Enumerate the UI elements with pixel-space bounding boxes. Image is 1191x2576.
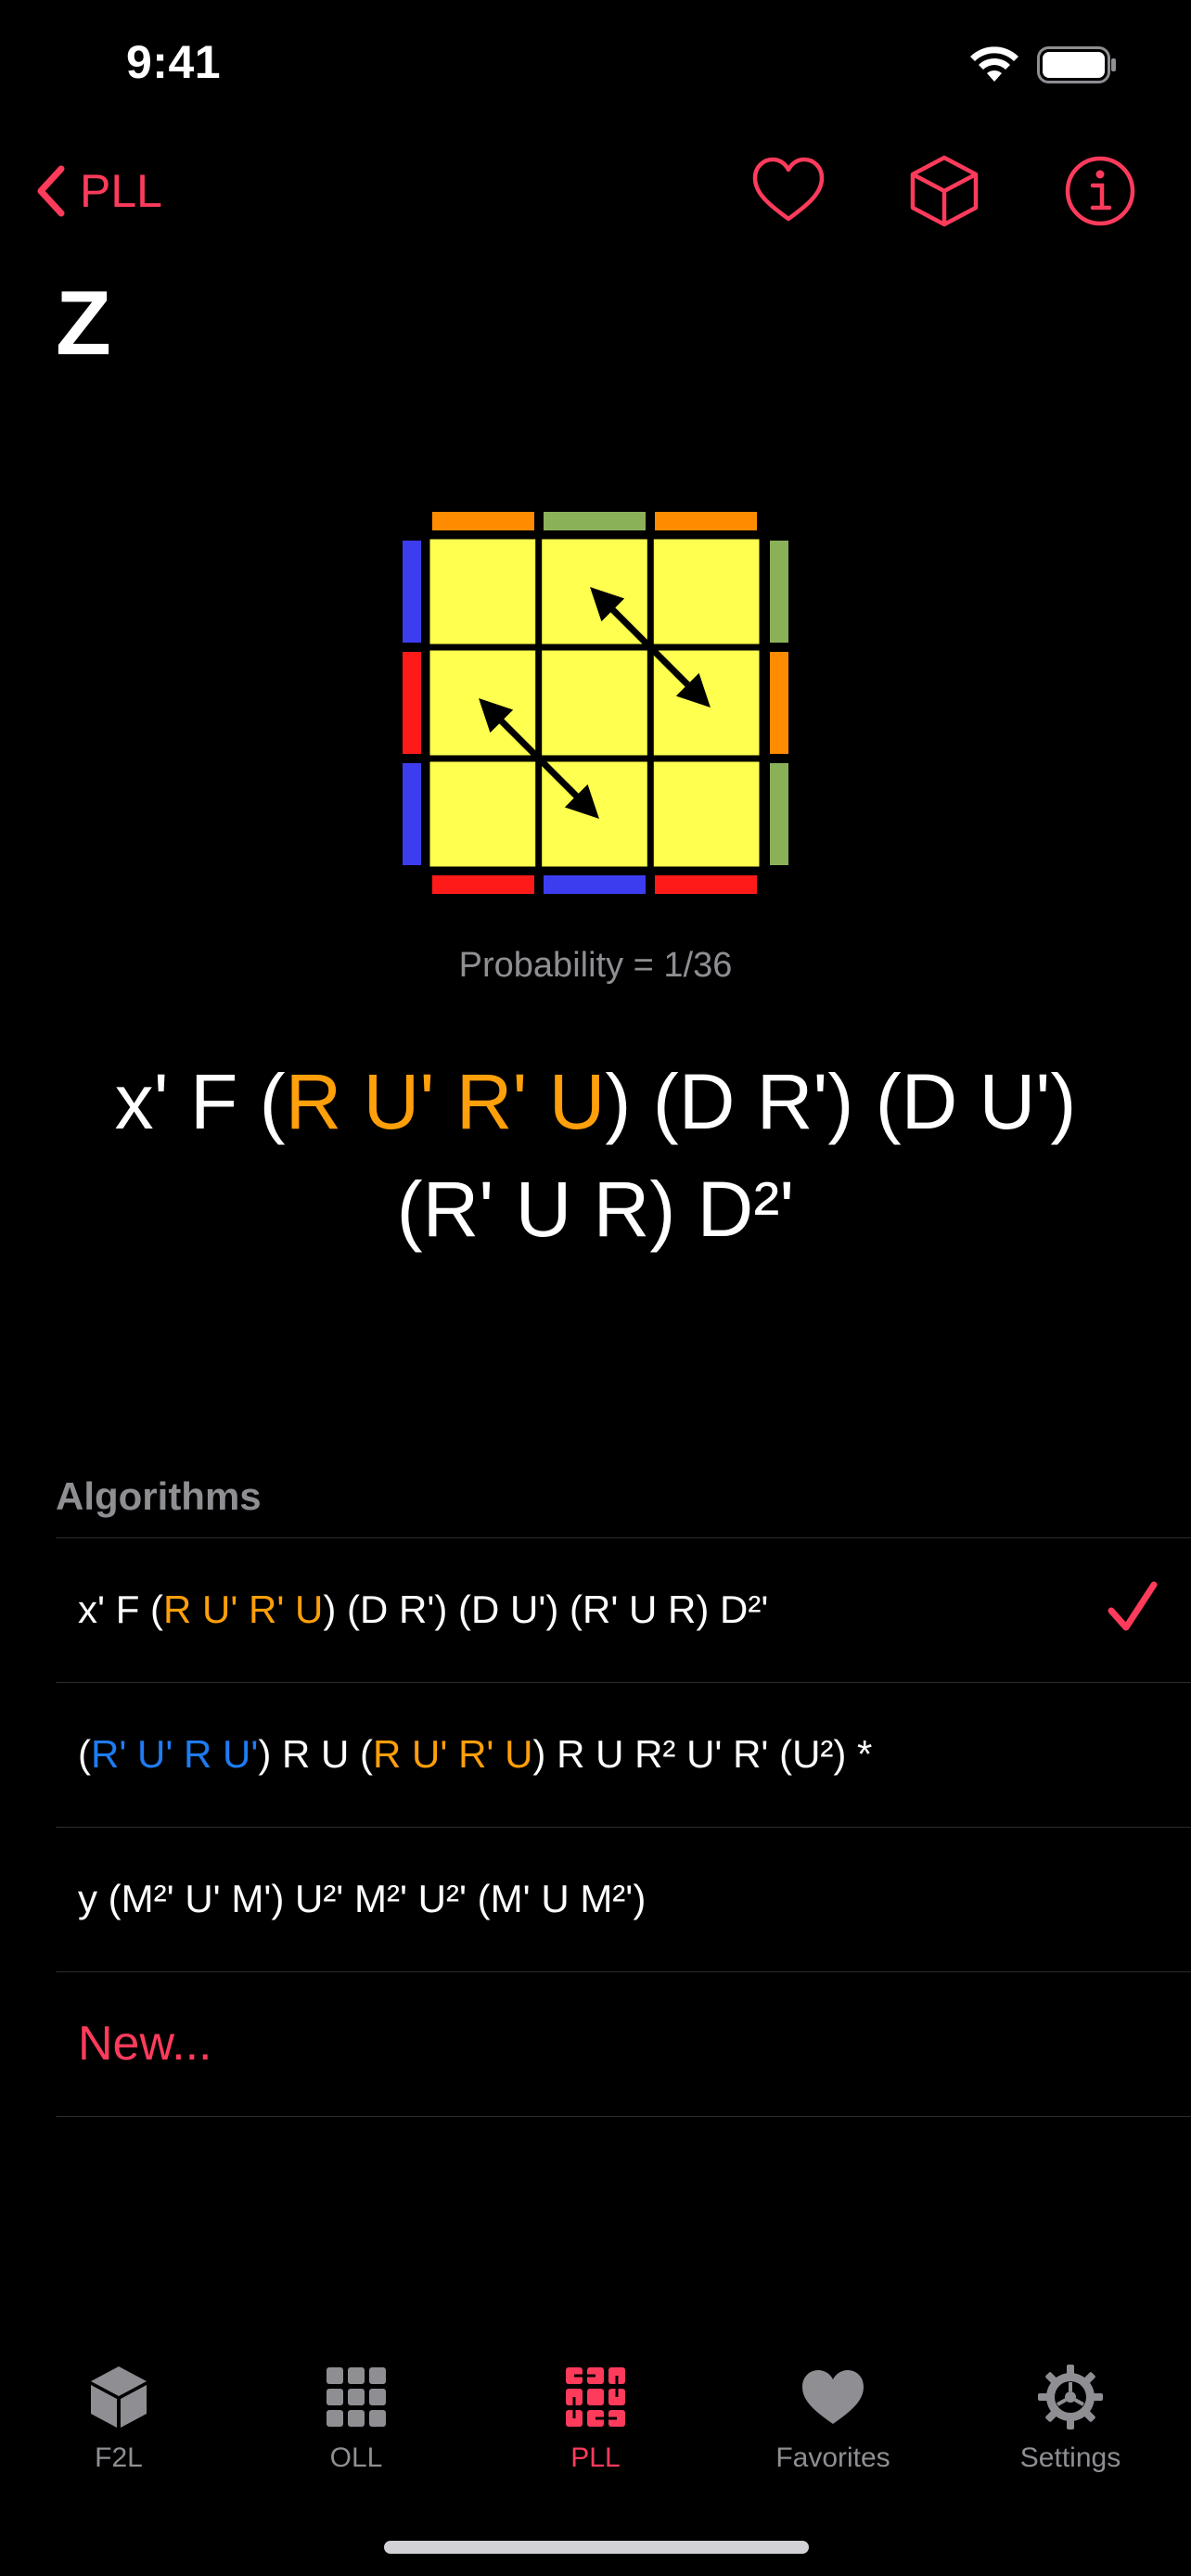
algorithm-row[interactable]: (R' U' R U') R U (R U' R' U) R U R² U' R… (56, 1682, 1191, 1825)
algorithm-row[interactable]: y (M²' U' M') U²' M²' U²' (M' U M²') (56, 1827, 1191, 1970)
tab-oll[interactable]: OLL (282, 2363, 430, 2474)
tab-settings[interactable]: Settings (996, 2363, 1145, 2474)
algorithm-text: y (M²' U' M') U²' M²' U²' (M' U M²') (78, 1877, 647, 1920)
algorithm-text: x' F (R U' R' U) (D R') (D U') (R' U R) … (78, 1588, 769, 1631)
algorithm-text: (R' U' R U') R U (R U' R' U) R U R² U' R… (78, 1732, 873, 1776)
side-sticker (403, 763, 421, 865)
page-title: Z (56, 272, 111, 374)
cube-icon[interactable] (907, 154, 981, 228)
side-sticker (403, 652, 421, 754)
back-label: PLL (80, 165, 162, 217)
tab-f2l[interactable]: F2L (45, 2363, 193, 2474)
side-sticker (403, 541, 421, 643)
side-sticker (432, 875, 534, 894)
wifi-icon (970, 46, 1018, 82)
side-sticker (655, 512, 757, 530)
list-divider (56, 2116, 1191, 2117)
tab-favorites[interactable]: Favorites (759, 2363, 907, 2474)
cube-filled-icon (91, 2366, 147, 2428)
pll-grid-icon (566, 2367, 625, 2427)
gear-icon (1038, 2365, 1103, 2429)
status-time: 9:41 (126, 36, 222, 88)
side-sticker (655, 875, 757, 894)
algorithms-section-header: Algorithms (56, 1474, 262, 1518)
heart-icon[interactable] (751, 154, 826, 228)
info-icon[interactable] (1063, 154, 1137, 228)
new-algorithm-button[interactable]: New... (56, 1971, 1191, 2114)
checkmark-icon (1108, 1581, 1158, 1631)
tab-pll[interactable]: PLL (521, 2363, 670, 2474)
battery-icon (1037, 46, 1116, 83)
chevron-left-icon (37, 165, 65, 217)
side-sticker (432, 512, 534, 530)
side-sticker (544, 512, 646, 530)
side-sticker (770, 541, 788, 643)
side-sticker (770, 652, 788, 754)
back-button[interactable]: PLL (33, 163, 162, 219)
main-algorithm: x' F (R U' R' U) (D R') (D U') (R' U R) … (114, 1058, 1077, 1253)
probability-label: Probability = 1/36 (458, 946, 733, 985)
top-face (423, 532, 766, 874)
home-indicator[interactable] (384, 2541, 809, 2554)
heart-filled-icon (802, 2370, 864, 2424)
algorithm-row[interactable]: x' F (R U' R' U) (D R') (D U') (R' U R) … (56, 1537, 1191, 1680)
side-sticker (544, 875, 646, 894)
side-sticker (770, 763, 788, 865)
grid-icon (327, 2367, 386, 2427)
pll-case-diagram (403, 512, 788, 894)
new-algorithm-label: New... (78, 2017, 212, 2071)
